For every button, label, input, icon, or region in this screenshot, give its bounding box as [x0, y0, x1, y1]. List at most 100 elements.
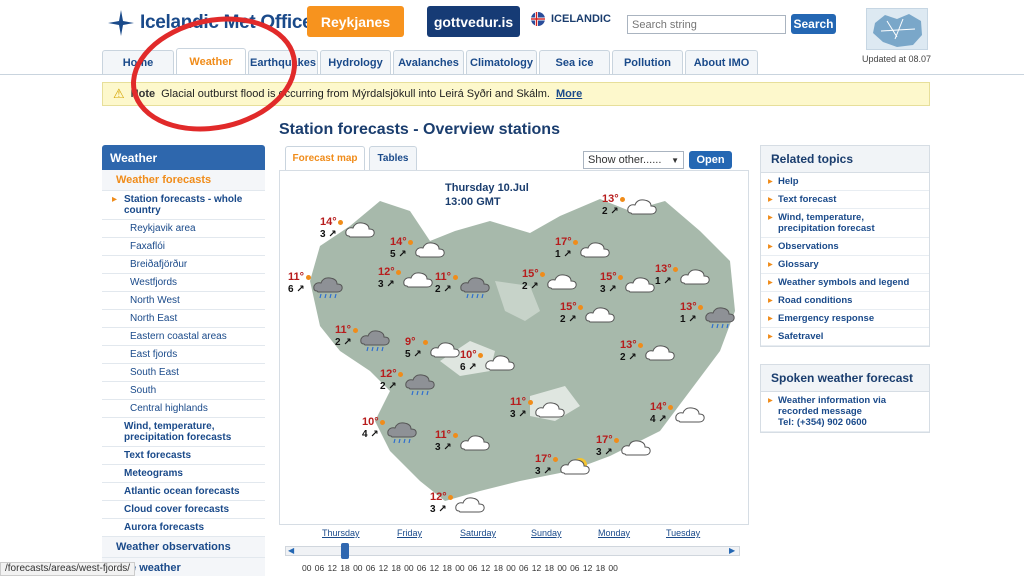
sidebar-item-cloud-cover[interactable]: Cloud cover forecasts [102, 501, 265, 519]
day-friday[interactable]: Friday [397, 528, 422, 538]
station-marker[interactable]: 14° 5 ↗ [390, 236, 449, 264]
iceland-flag-icon [531, 12, 545, 26]
tab-tables[interactable]: Tables [369, 146, 417, 170]
day-monday[interactable]: Monday [598, 528, 630, 538]
sidebar-sub-faxafloi[interactable]: Faxaflói [102, 238, 265, 256]
tab-sea-ice[interactable]: Sea ice [539, 50, 610, 74]
station-marker[interactable]: 9° 5 ↗ [405, 336, 464, 364]
search-input[interactable] [627, 15, 786, 34]
sidebar-item-aurora[interactable]: Aurora forecasts [102, 519, 265, 537]
timeline-handle[interactable] [341, 543, 349, 559]
station-marker[interactable]: 12° 3 ↗ [378, 266, 437, 294]
station-marker[interactable]: 11° 6 ↗ [288, 271, 347, 299]
station-marker[interactable]: 14° 3 ↗ [320, 216, 379, 244]
related-text-forecast[interactable]: Text forecast [761, 191, 929, 209]
sidebar-item-atlantic[interactable]: Atlantic ocean forecasts [102, 483, 265, 501]
station-marker[interactable]: 12° 3 ↗ [430, 491, 489, 519]
station-marker[interactable]: 15° 2 ↗ [522, 268, 581, 296]
sidebar-section-observations[interactable]: Weather observations [102, 537, 265, 558]
alert-more-link[interactable]: More [556, 88, 582, 100]
station-temperature: 15° [600, 271, 617, 283]
station-marker[interactable]: 15° 3 ↗ [600, 271, 659, 299]
arrow-right-icon[interactable]: ▶ [729, 546, 735, 555]
station-marker[interactable]: 11° 3 ↗ [435, 429, 494, 457]
station-values: 11° 6 ↗ [288, 271, 305, 295]
sidebar-sub-reykjavik[interactable]: Reykjavik area [102, 220, 265, 238]
tab-home[interactable]: Home [102, 50, 174, 74]
station-marker[interactable]: 11° 3 ↗ [510, 396, 569, 424]
arrow-left-icon[interactable]: ◀ [288, 546, 294, 555]
sidebar-item-meteograms[interactable]: Meteograms [102, 465, 265, 483]
related-observations[interactable]: Observations [761, 238, 929, 256]
tab-pollution[interactable]: Pollution [612, 50, 683, 74]
sidebar-sub-east-fjords[interactable]: East fjords [102, 346, 265, 364]
related-safetravel[interactable]: Safetravel [761, 328, 929, 346]
related-glossary[interactable]: Glossary [761, 256, 929, 274]
open-button[interactable]: Open [689, 151, 732, 169]
search-button[interactable]: Search [791, 14, 836, 34]
station-marker[interactable]: 11° 2 ↗ [435, 271, 494, 299]
reykjanes-button[interactable]: Reykjanes [307, 6, 404, 37]
station-marker[interactable]: 17° 3 ↗ [596, 434, 655, 462]
station-values: 17° 1 ↗ [555, 236, 572, 260]
station-marker[interactable]: 17° 3 ↗ [535, 453, 594, 481]
tab-avalanches[interactable]: Avalanches [393, 50, 464, 74]
day-tuesday[interactable]: Tuesday [666, 528, 700, 538]
hour-label: 12 [327, 563, 337, 573]
sidebar-sub-westfjords[interactable]: Westfjords [102, 274, 265, 292]
sidebar-sub-breidafjordur[interactable]: Breiðafjörður [102, 256, 265, 274]
station-marker[interactable]: 13° 2 ↗ [620, 339, 679, 367]
sidebar-sub-south[interactable]: South [102, 382, 265, 400]
sidebar-head[interactable]: Weather [102, 145, 265, 170]
sidebar-sub-eastern-coastal[interactable]: Eastern coastal areas [102, 328, 265, 346]
tab-climatology[interactable]: Climatology [466, 50, 537, 74]
tab-forecast-map[interactable]: Forecast map [285, 146, 365, 170]
station-marker[interactable]: 10° 4 ↗ [362, 416, 421, 444]
station-marker[interactable]: 17° 1 ↗ [555, 236, 614, 264]
cloud-icon [625, 277, 655, 293]
gottvedur-button[interactable]: gottvedur.is [427, 6, 520, 37]
tab-earthquakes[interactable]: Earthquakes [248, 50, 318, 74]
day-saturday[interactable]: Saturday [460, 528, 496, 538]
related-wind-temp[interactable]: Wind, temperature, precipitation forecas… [761, 209, 929, 238]
station-values: 14° 4 ↗ [650, 401, 667, 425]
related-road-conditions[interactable]: Road conditions [761, 292, 929, 310]
day-sunday[interactable]: Sunday [531, 528, 562, 538]
sidebar-section-forecasts[interactable]: Weather forecasts [102, 170, 265, 191]
sidebar-sub-central-highlands[interactable]: Central highlands [102, 400, 265, 418]
cloud-icon [535, 402, 565, 418]
sidebar-sub-south-east[interactable]: South East [102, 364, 265, 382]
station-marker[interactable]: 11° 2 ↗ [335, 324, 394, 352]
sidebar-item-wind-temp[interactable]: Wind, temperature, precipitation forecas… [102, 418, 265, 447]
tab-weather[interactable]: Weather [176, 48, 246, 74]
show-other-select[interactable]: Show other...... ▼ [583, 151, 684, 169]
related-help[interactable]: Help [761, 173, 929, 191]
station-marker[interactable]: 13° 1 ↗ [680, 301, 739, 329]
station-marker[interactable]: 13° 2 ↗ [602, 193, 661, 221]
station-values: 11° 2 ↗ [335, 324, 352, 348]
mini-map-thumbnail[interactable] [866, 8, 928, 50]
language-switch[interactable]: ICELANDIC [531, 12, 611, 26]
spoken-forecast-info[interactable]: Weather information via recorded message… [761, 392, 929, 432]
station-marker[interactable]: 14° 4 ↗ [650, 401, 709, 429]
forecast-timeline[interactable]: Thursday Friday Saturday Sunday Monday T… [285, 526, 740, 576]
hour-label: 00 [557, 563, 567, 573]
station-wind: 2 ↗ [522, 281, 539, 292]
timeline-track[interactable] [285, 546, 740, 556]
station-marker[interactable]: 13° 1 ↗ [655, 263, 714, 291]
station-temperature: 14° [390, 236, 407, 248]
related-emergency[interactable]: Emergency response [761, 310, 929, 328]
station-marker[interactable]: 15° 2 ↗ [560, 301, 619, 329]
tab-hydrology[interactable]: Hydrology [320, 50, 391, 74]
related-weather-symbols[interactable]: Weather symbols and legend [761, 274, 929, 292]
sidebar-sub-north-west[interactable]: North West [102, 292, 265, 310]
station-marker[interactable]: 10° 6 ↗ [460, 349, 519, 377]
tab-about-imo[interactable]: About IMO [685, 50, 758, 74]
sidebar-item-station-forecasts[interactable]: Station forecasts - whole country [102, 191, 265, 220]
station-marker[interactable]: 12° 2 ↗ [380, 368, 439, 396]
day-thursday[interactable]: Thursday [322, 528, 360, 538]
sidebar-sub-north-east[interactable]: North East [102, 310, 265, 328]
imo-logo[interactable]: Icelandic Met Office [106, 8, 313, 38]
sidebar-item-text-forecasts[interactable]: Text forecasts [102, 447, 265, 465]
forecast-map[interactable]: 14° 3 ↗ 14° 5 ↗ 11° 6 ↗ 12° 3 ↗ 11° 2 ↗ 15° 2 ↗ 17° 1… [279, 170, 749, 525]
